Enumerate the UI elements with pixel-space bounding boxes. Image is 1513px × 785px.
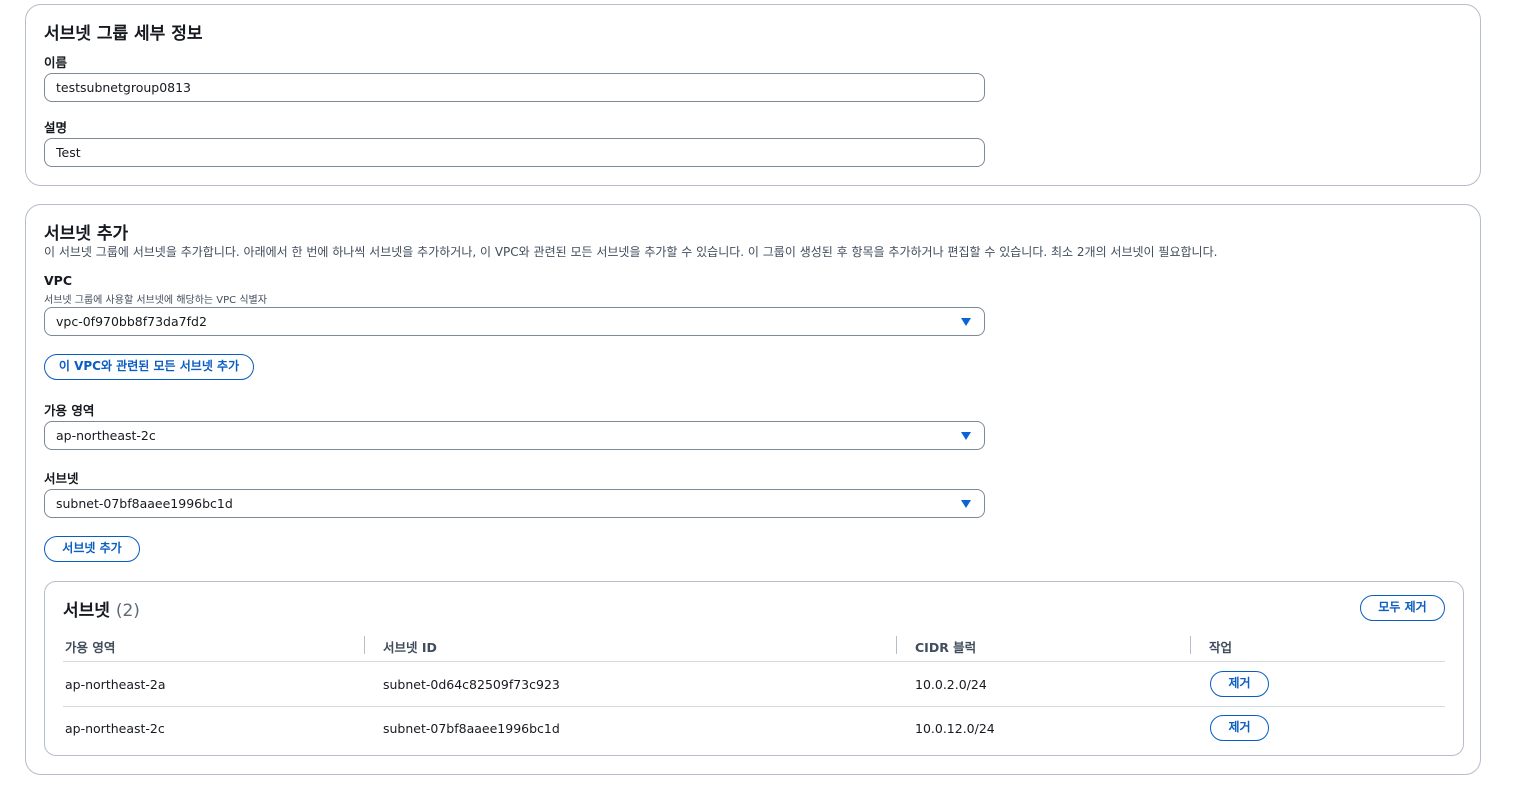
caret-down-icon (961, 432, 971, 440)
add-subnets-panel: 서브넷 추가 이 서브넷 그룹에 서브넷을 추가합니다. 아래에서 한 번에 하… (25, 204, 1481, 775)
column-header-cidr: CIDR 블럭 (915, 640, 977, 655)
subnets-count: (2) (115, 601, 140, 621)
subnet-label: 서브넷 (44, 471, 79, 486)
remove-row-button[interactable]: 제거 (1210, 715, 1269, 741)
column-header-actions: 작업 (1209, 640, 1233, 655)
az-label: 가용 영역 (44, 403, 95, 418)
header-divider (63, 661, 1445, 662)
add-subnets-title: 서브넷 추가 (44, 224, 129, 244)
subnet-select-value: subnet-07bf8aaee1996bc1d (56, 496, 233, 511)
remove-row-button[interactable]: 제거 (1210, 671, 1269, 697)
availability-zone-select[interactable]: ap-northeast-2c (44, 421, 985, 450)
description-label: 설명 (44, 120, 68, 135)
remove-all-button[interactable]: 모두 제거 (1360, 595, 1445, 621)
row-subnet-id: subnet-0d64c82509f73c923 (383, 677, 560, 692)
column-header-az: 가용 영역 (65, 640, 116, 655)
name-label: 이름 (44, 55, 68, 70)
subnets-table-container: 서브넷 (2) 모두 제거 가용 영역 서브넷 ID CIDR 블럭 작업 ap… (44, 581, 1464, 756)
add-subnet-button[interactable]: 서브넷 추가 (44, 536, 140, 562)
column-divider (364, 636, 365, 654)
row-az: ap-northeast-2c (65, 721, 165, 736)
description-input[interactable]: Test (44, 138, 985, 167)
row-divider (63, 706, 1445, 707)
caret-down-icon (961, 500, 971, 508)
row-cidr: 10.0.2.0/24 (915, 677, 987, 692)
vpc-select[interactable]: vpc-0f970bb8f73da7fd2 (44, 307, 985, 336)
column-divider (1190, 636, 1191, 654)
vpc-select-value: vpc-0f970bb8f73da7fd2 (56, 314, 207, 329)
name-input[interactable]: testsubnetgroup0813 (44, 73, 985, 102)
row-az: ap-northeast-2a (65, 677, 166, 692)
subnets-table-title: 서브넷 (2) (63, 596, 140, 621)
subnet-select[interactable]: subnet-07bf8aaee1996bc1d (44, 489, 985, 518)
vpc-description: 서브넷 그룹에 사용할 서브넷에 해당하는 VPC 식별자 (44, 295, 267, 306)
add-subnets-description: 이 서브넷 그룹에 서브넷을 추가합니다. 아래에서 한 번에 하나씩 서브넷을… (44, 245, 1218, 259)
add-all-vpc-subnets-button[interactable]: 이 VPC와 관련된 모든 서브넷 추가 (44, 354, 254, 380)
column-header-subnet-id: 서브넷 ID (383, 640, 437, 655)
details-title: 서브넷 그룹 세부 정보 (44, 24, 203, 44)
column-divider (896, 636, 897, 654)
subnets-table-title-text: 서브넷 (63, 601, 110, 621)
row-cidr: 10.0.12.0/24 (915, 721, 995, 736)
subnet-group-details-panel: 서브넷 그룹 세부 정보 이름 testsubnetgroup0813 설명 T… (25, 4, 1481, 186)
row-subnet-id: subnet-07bf8aaee1996bc1d (383, 721, 560, 736)
caret-down-icon (961, 318, 971, 326)
vpc-label: VPC (44, 273, 73, 288)
az-select-value: ap-northeast-2c (56, 428, 156, 443)
